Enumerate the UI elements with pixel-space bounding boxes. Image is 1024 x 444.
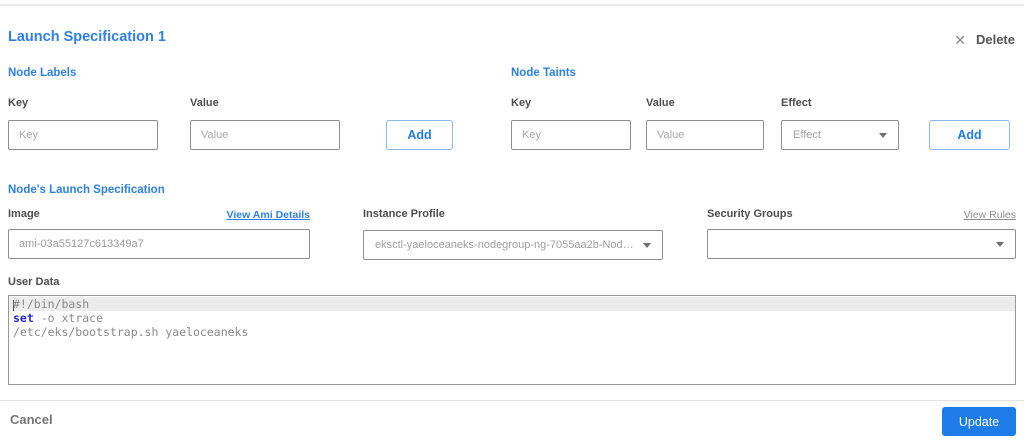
security-groups-field-group: Security Groups View Rules xyxy=(707,208,1016,259)
cancel-button[interactable]: Cancel xyxy=(10,412,53,427)
user-data-editor[interactable]: #!/bin/bash set -o xtrace /etc/eks/boots… xyxy=(8,295,1016,385)
node-labels-key-input[interactable] xyxy=(8,120,158,150)
code-line-2-text: -o xtrace xyxy=(33,311,104,325)
view-ami-details-link[interactable]: View Ami Details xyxy=(227,209,310,221)
instance-profile-value: eksctl-yaeloceaneks-nodegroup-ng-7055aa2… xyxy=(375,239,635,251)
code-line-2: set -o xtrace xyxy=(9,311,1015,325)
launch-specification-panel: Launch Specification 1 ✕ Delete Node Lab… xyxy=(0,0,1024,444)
node-labels-section-title: Node Labels xyxy=(8,67,77,79)
node-labels-row: Key Value Add xyxy=(8,97,453,150)
node-taints-effect-label: Effect xyxy=(781,97,812,109)
node-taints-value-input[interactable] xyxy=(646,120,764,150)
node-labels-value-input[interactable] xyxy=(190,120,340,150)
security-groups-label: Security Groups xyxy=(707,208,793,220)
node-taints-value-label: Value xyxy=(646,97,675,109)
code-keyword: set xyxy=(13,311,34,325)
node-taints-value-field: Value xyxy=(646,97,764,150)
node-taints-effect-field: Effect Effect xyxy=(781,97,899,150)
node-labels-key-label: Key xyxy=(8,97,29,109)
node-taints-key-input[interactable] xyxy=(511,120,631,150)
node-labels-value-label: Value xyxy=(190,97,219,109)
security-groups-select[interactable] xyxy=(707,229,1016,259)
page-title: Launch Specification 1 xyxy=(8,29,166,45)
launch-spec-section-title: Node's Launch Specification xyxy=(8,184,165,196)
code-line-3: /etc/eks/bootstrap.sh yaeloceaneks xyxy=(9,325,1015,339)
update-button[interactable]: Update xyxy=(942,407,1016,436)
image-label: Image xyxy=(8,208,40,220)
chevron-down-icon xyxy=(643,242,651,248)
instance-profile-select[interactable]: eksctl-yaeloceaneks-nodegroup-ng-7055aa2… xyxy=(363,230,663,260)
instance-profile-label: Instance Profile xyxy=(363,208,445,220)
instance-profile-field-group: Instance Profile eksctl-yaeloceaneks-nod… xyxy=(363,208,663,260)
user-data-label: User Data xyxy=(8,276,60,288)
launch-spec-row: Image View Ami Details Instance Profile … xyxy=(8,208,1016,260)
code-line-3-text: /etc/eks/bootstrap.sh yaeloceaneks xyxy=(13,325,249,339)
node-labels-key-field: Key xyxy=(8,97,158,150)
chevron-down-icon xyxy=(879,132,887,138)
node-taints-row: Key Value Effect Effect Add xyxy=(511,97,1010,150)
node-taints-effect-select[interactable]: Effect xyxy=(781,120,899,150)
view-rules-link[interactable]: View Rules xyxy=(964,209,1016,221)
node-labels-add-button[interactable]: Add xyxy=(386,120,453,150)
node-taints-key-label: Key xyxy=(511,97,532,109)
node-taints-section-title: Node Taints xyxy=(511,67,576,79)
chevron-down-icon xyxy=(996,241,1004,247)
node-taints-key-field: Key xyxy=(511,97,631,150)
close-icon: ✕ xyxy=(954,31,966,48)
node-taints-add-button[interactable]: Add xyxy=(929,120,1010,150)
node-labels-value-field: Value xyxy=(190,97,340,150)
footer-divider xyxy=(0,400,1024,401)
delete-button-label: Delete xyxy=(975,32,1015,47)
image-input[interactable] xyxy=(8,229,310,259)
code-line-1-text: #!/bin/bash xyxy=(13,297,90,311)
top-divider xyxy=(0,4,1024,6)
code-line-1: #!/bin/bash xyxy=(9,297,1015,311)
effect-select-placeholder: Effect xyxy=(793,129,821,141)
image-field-group: Image View Ami Details xyxy=(8,208,310,259)
delete-button[interactable]: ✕ Delete xyxy=(954,32,1015,47)
